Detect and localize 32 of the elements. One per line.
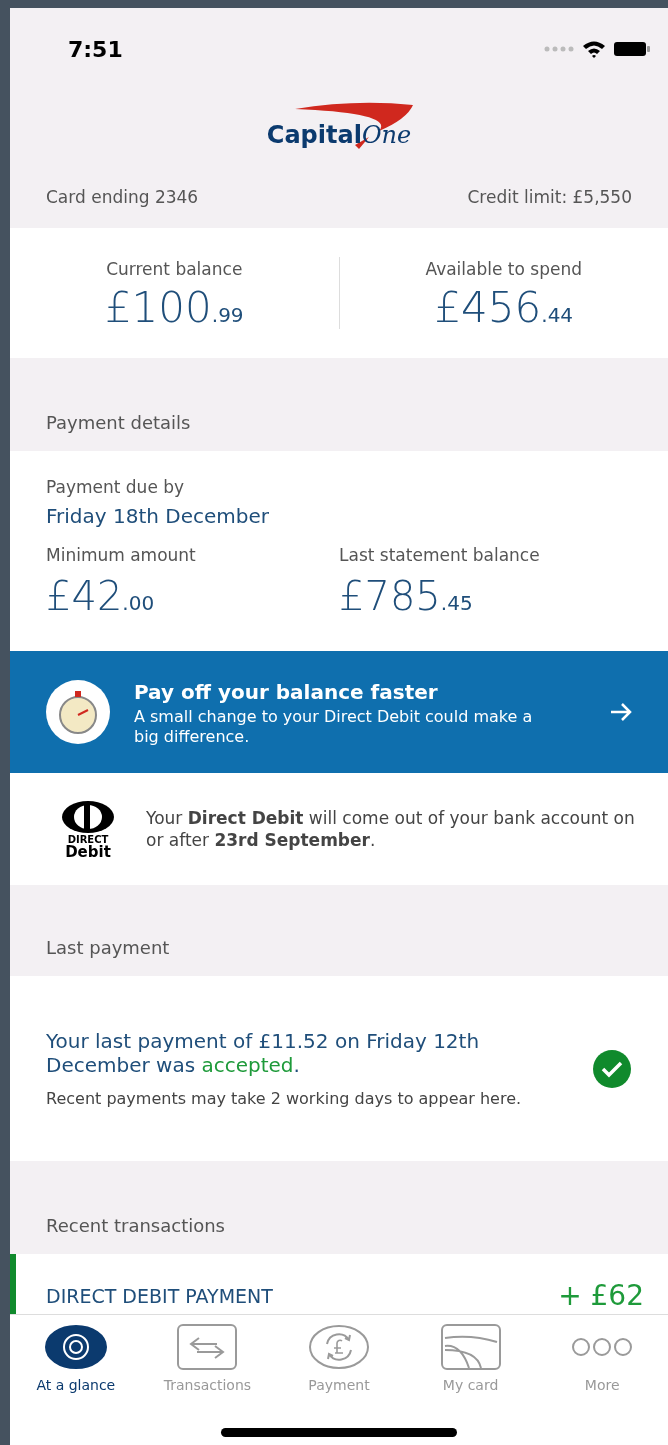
credit-limit: Credit limit: £5,550 xyxy=(467,186,632,210)
banner-text: A small change to your Direct Debit could make a big difference. xyxy=(134,707,534,747)
balance-amount: £100.99 xyxy=(104,286,244,329)
status-time: 7:51 xyxy=(68,35,123,64)
last-payment-note: Recent payments may take 2 working days to appear here. xyxy=(46,1088,523,1109)
amount-value: £785.45 xyxy=(339,576,474,616)
section-title: Last payment xyxy=(46,935,170,960)
due-date: Friday 18th December xyxy=(46,502,270,530)
due-label: Payment due by xyxy=(46,476,186,499)
amount-value: £42.00 xyxy=(46,576,156,616)
balance-label: Available to spend xyxy=(425,258,582,282)
bank-logo: CapitalOne xyxy=(266,123,412,147)
balance-amount: £456.44 xyxy=(434,286,574,329)
transaction-amount: + £62 xyxy=(558,1282,644,1310)
tab[interactable]: Payment xyxy=(273,1323,405,1396)
section-title: Payment details xyxy=(46,410,191,435)
direct-debit-logo: DIRECT Debit xyxy=(50,798,126,860)
balance-label: Current balance xyxy=(106,258,243,282)
tab[interactable]: More xyxy=(536,1323,668,1396)
tab[interactable]: At a glance xyxy=(10,1323,142,1396)
card-ending: Card ending 2346 xyxy=(46,186,199,210)
direct-debit-text: Your Direct Debit will come out of your bank account on or after 23rd September. xyxy=(146,807,636,851)
tab[interactable]: Transactions xyxy=(141,1323,274,1396)
banner-title: Pay off your balance faster xyxy=(134,679,439,706)
amount-label: Last statement balance xyxy=(339,543,541,567)
last-payment-text: Your last payment of £11.52 on Friday 12th December was accepted. xyxy=(46,1028,481,1077)
promo-banner[interactable]: Pay off your balance faster A small change to your Direct Debit could make a big difference. xyxy=(10,651,668,773)
transaction-row[interactable]: DIRECT DEBIT PAYMENT + £62 xyxy=(10,1254,668,1314)
section-title: Recent transactions xyxy=(46,1213,225,1238)
amount-label: Minimum amount xyxy=(46,543,197,567)
transaction-description: DIRECT DEBIT PAYMENT xyxy=(46,1283,273,1309)
tab[interactable]: My card xyxy=(404,1323,537,1396)
